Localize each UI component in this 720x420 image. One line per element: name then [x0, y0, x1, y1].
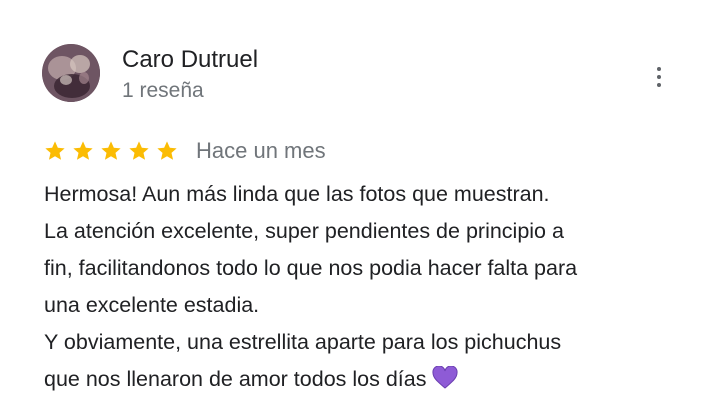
review-date: Hace un mes	[196, 138, 326, 163]
star-icon	[129, 141, 149, 160]
author-name[interactable]: Caro Dutruel	[122, 46, 258, 74]
star-rating	[44, 140, 178, 162]
avatar-photo	[42, 44, 100, 102]
review-text: Hermosa! Aun más linda que las fotos que…	[44, 176, 684, 398]
avatar[interactable]	[42, 44, 100, 102]
review-text-line-last: que nos llenaron de amor todos los días	[44, 361, 684, 398]
rating-row: Hace un mes	[44, 136, 326, 166]
star-icon	[45, 141, 65, 160]
review-text-line: una excelente estadia.	[44, 293, 260, 317]
star-icon	[73, 141, 93, 160]
review-text-line: La atención excelente, super pendientes …	[44, 219, 564, 243]
review-count: 1 reseña	[122, 79, 204, 102]
review-text-line: Hermosa! Aun más linda que las fotos que…	[44, 182, 550, 206]
review-text-line: que nos llenaron de amor todos los días	[44, 367, 427, 391]
review-text-line: fin, facilitandonos todo lo que nos podi…	[44, 256, 578, 280]
purple-heart-icon	[432, 366, 458, 389]
more-options-button[interactable]	[644, 60, 674, 94]
review-card: Caro Dutruel 1 reseña Hace un mes Hermos…	[0, 0, 720, 420]
star-icon	[101, 141, 121, 160]
review-text-line: Y obviamente, una estrellita aparte para…	[44, 330, 562, 354]
more-vertical-icon	[657, 67, 661, 71]
star-icon	[157, 141, 177, 160]
